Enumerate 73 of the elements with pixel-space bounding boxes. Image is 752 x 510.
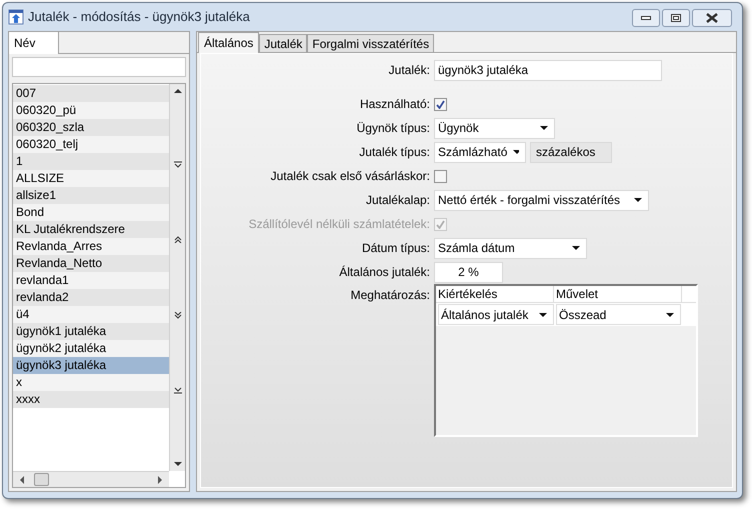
field-label: Jutalék: [388, 62, 431, 79]
column-header[interactable]: Kiértékelés [436, 286, 554, 302]
minimize-button[interactable] [632, 9, 660, 27]
list-item[interactable]: ü4 [13, 306, 169, 323]
field-label: Ügynök típus: [356, 120, 431, 137]
list-item[interactable]: allsize1 [13, 187, 169, 204]
field-label: Szállítólevél nélküli számlatételek: [248, 216, 431, 233]
cell-dropdown[interactable]: Összead [556, 304, 681, 325]
field-label: Általános jutalék: [338, 264, 431, 281]
percent-field[interactable]: 2 % [434, 262, 503, 282]
column-header[interactable]: Művelet [554, 286, 682, 302]
double-chevron-up-icon[interactable] [174, 236, 182, 244]
vertical-scrollbar[interactable] [169, 84, 185, 471]
maximize-button[interactable] [662, 9, 690, 27]
dropdown-arrow-icon [572, 246, 580, 250]
list-item[interactable]: 060320_telj [13, 136, 169, 153]
list-item[interactable]: Bond [13, 204, 169, 221]
scroll-left-icon[interactable] [19, 476, 24, 484]
text-field[interactable]: ügynök3 jutaléka [434, 60, 662, 80]
dropdown[interactable]: Számlázható [434, 142, 526, 162]
list-item[interactable]: revlanda1 [13, 272, 169, 289]
dropdown-arrow-icon [513, 150, 519, 154]
field-label: Jutalékalap: [364, 192, 431, 209]
list-item[interactable]: 060320_szla [13, 119, 169, 136]
scroll-thumb[interactable] [34, 473, 49, 486]
list-item[interactable]: ALLSIZE [13, 170, 169, 187]
list-item[interactable]: Revlanda_Arres [13, 238, 169, 255]
field-label: Használható: [358, 96, 431, 113]
maximize-icon [671, 14, 681, 22]
list-item[interactable]: Revlanda_Netto [13, 255, 169, 272]
dropdown-arrow-icon [666, 312, 674, 316]
double-chevron-down-icon[interactable] [174, 386, 182, 394]
app-icon [8, 9, 24, 25]
list-item[interactable]: revlanda2 [13, 289, 169, 306]
list-item[interactable]: x [13, 374, 169, 391]
checkbox[interactable] [434, 170, 447, 182]
field-label: Jutalék csak első vásárláskor: [270, 168, 431, 185]
list-item[interactable]: ügynök2 jutaléka [13, 340, 169, 357]
list-item[interactable]: 060320_pü [13, 102, 169, 119]
dropdown-arrow-icon [540, 126, 548, 130]
checkmark-icon [436, 100, 445, 108]
close-button[interactable] [692, 9, 732, 27]
dropdown[interactable]: Számla dátum [434, 238, 587, 258]
checkbox[interactable] [434, 98, 447, 110]
list-item[interactable]: KL Jutalékrendszere [13, 221, 169, 238]
readonly-field: százalékos [530, 142, 612, 162]
double-chevron-down-icon[interactable] [174, 161, 182, 168]
scroll-up-icon[interactable] [174, 88, 182, 93]
scroll-down-icon[interactable] [174, 462, 182, 467]
list-item[interactable]: xxxx [13, 391, 169, 408]
list-item[interactable]: 007 [13, 85, 169, 102]
horizontal-scrollbar[interactable] [13, 471, 169, 487]
scroll-right-icon[interactable] [158, 476, 163, 484]
tab[interactable]: Általános [198, 32, 260, 53]
field-label: Meghatározás: [350, 287, 431, 304]
list-tab[interactable]: Név [9, 32, 59, 54]
tab[interactable]: Jutalék [259, 34, 308, 52]
tab[interactable]: Forgalmi visszatérítés [307, 34, 434, 52]
dropdown[interactable]: Nettó érték - forgalmi visszatérítés [434, 190, 649, 210]
cell-dropdown[interactable]: Általános jutalék [438, 304, 554, 325]
list-item[interactable]: ügynök3 jutaléka [13, 357, 169, 374]
field-label: Dátum típus: [360, 240, 431, 257]
filter-field[interactable] [12, 57, 186, 77]
window-title: Jutalék - módosítás - ügynök3 jutaléka [28, 8, 250, 26]
dropdown[interactable]: Ügynök [434, 118, 555, 138]
list-item[interactable]: 1 [13, 153, 169, 170]
minimize-icon [641, 16, 651, 20]
dropdown-arrow-icon [634, 198, 642, 202]
double-chevron-down-icon[interactable] [174, 312, 182, 319]
field-label: Jutalék típus: [358, 144, 431, 161]
list-item[interactable]: ügynök1 jutaléka [13, 323, 169, 340]
dropdown-arrow-icon [539, 312, 547, 316]
close-icon [706, 13, 718, 23]
